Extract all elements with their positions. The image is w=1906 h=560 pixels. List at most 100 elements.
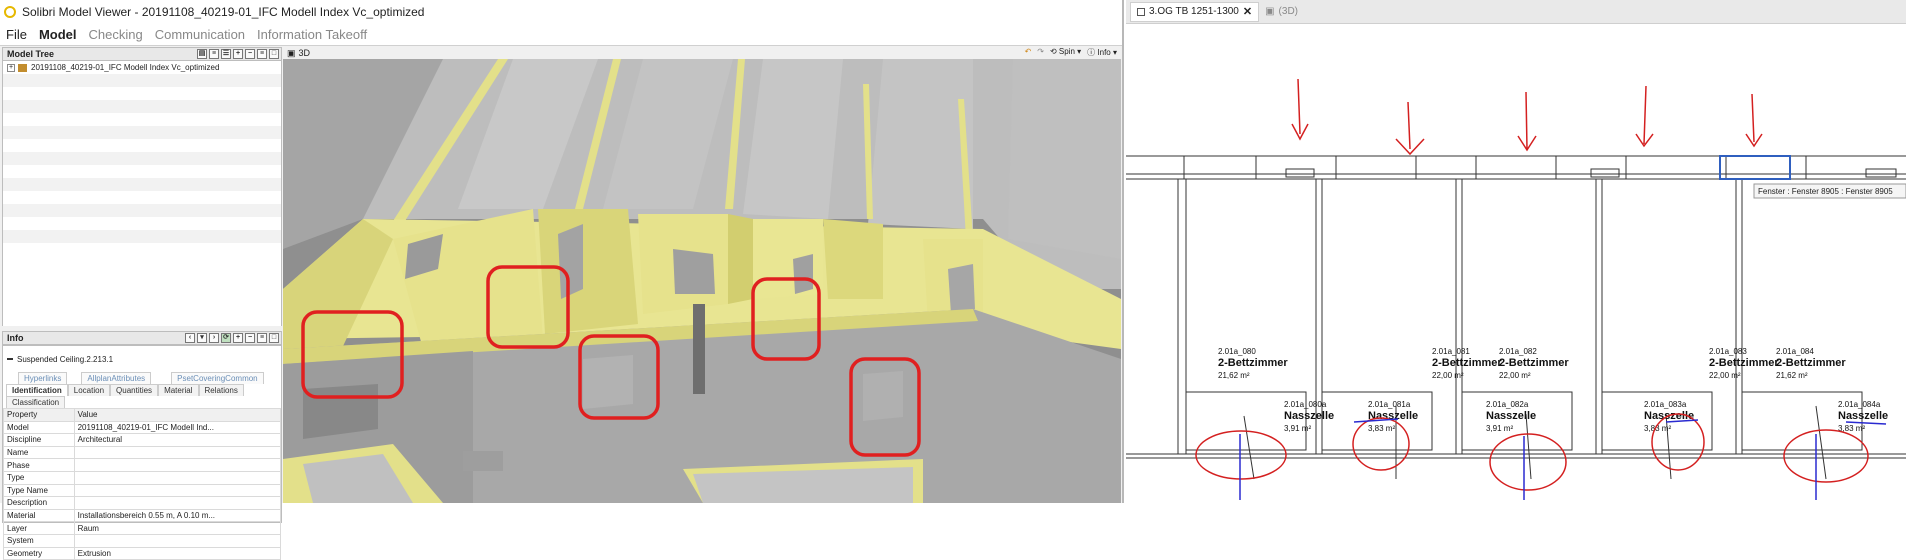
floor-plan[interactable]: Fenster : Fenster 8905 : Fenster 8905 2.… xyxy=(1126,24,1906,503)
tab-quantities[interactable]: Quantities xyxy=(110,384,159,396)
tree-view-icon[interactable]: ▤ xyxy=(197,49,207,59)
filter-icon[interactable]: ≡ xyxy=(209,49,219,59)
tree-item[interactable]: + 20191108_40219-01_IFC Modell Index Vc_… xyxy=(3,61,281,74)
menu-checking[interactable]: Checking xyxy=(89,27,143,42)
close-icon[interactable]: ✕ xyxy=(1243,5,1252,18)
column-header-value[interactable]: Value xyxy=(73,408,282,422)
dropdown-icon[interactable]: ▾ xyxy=(197,333,207,343)
document-tabs: 3.OG TB 1251-1300 ✕ ▣ (3D) xyxy=(1126,0,1906,24)
undo-icon[interactable]: ↶ xyxy=(1025,47,1032,58)
tab-identification[interactable]: Identification xyxy=(6,384,68,396)
tab-hyperlinks[interactable]: Hyperlinks xyxy=(18,372,68,384)
model-3d-render[interactable] xyxy=(283,59,1121,503)
tab-3d[interactable]: ▣ (3D) xyxy=(1259,2,1304,22)
blue-markup-lines xyxy=(1239,418,1887,500)
room-box xyxy=(728,214,753,304)
property-value xyxy=(73,445,282,460)
tab-pset-covering-common[interactable]: PsetCoveringCommon xyxy=(171,372,264,384)
table-row[interactable]: Type Name xyxy=(3,483,282,498)
tab-floor-plan[interactable]: 3.OG TB 1251-1300 ✕ xyxy=(1130,1,1260,22)
forward-icon[interactable]: › xyxy=(209,333,219,343)
remove-icon[interactable]: − xyxy=(245,333,255,343)
model-viewer-window: Solibri Model Viewer - 20191108_40219-01… xyxy=(0,0,1124,560)
view-3d-panel: ▣ 3D ↶ ↷ ⟲ Spin ▾ ⓘ Info ▾ xyxy=(283,47,1121,503)
table-header: Property Value xyxy=(3,408,282,422)
title-bar: Solibri Model Viewer - 20191108_40219-01… xyxy=(0,0,1122,24)
ceiling-panel xyxy=(868,59,973,229)
table-row[interactable]: Material Installationsbereich 0.55 m, A 0… xyxy=(3,508,282,523)
tree-row-empty xyxy=(3,126,281,139)
property-name: System xyxy=(3,533,75,548)
table-row[interactable]: Model 20191108_40219-01_IFC Modell Ind... xyxy=(3,420,282,435)
property-name: Discipline xyxy=(3,433,75,447)
tab-classification[interactable]: Classification xyxy=(6,396,66,408)
add-icon[interactable]: + xyxy=(233,333,243,343)
menu-file[interactable]: File xyxy=(6,27,27,42)
menu-icon[interactable]: ≡ xyxy=(257,333,267,343)
back-icon[interactable]: ‹ xyxy=(185,333,195,343)
property-value: 20191108_40219-01_IFC Modell Ind... xyxy=(73,420,282,435)
window-opening xyxy=(558,224,583,299)
wetroom-id: 2.01a_081a xyxy=(1368,400,1411,409)
table-row[interactable]: Discipline Architectural xyxy=(3,433,282,447)
tab-floor-plan-label: 3.OG TB 1251-1300 xyxy=(1149,6,1239,17)
floor-detail xyxy=(463,451,503,471)
menu-information-takeoff[interactable]: Information Takeoff xyxy=(257,27,367,42)
spin-button[interactable]: ⟲ Spin ▾ xyxy=(1050,47,1081,58)
list-icon[interactable]: ☰ xyxy=(221,49,231,59)
tab-location[interactable]: Location xyxy=(67,384,111,396)
floor-plan-canvas[interactable]: Fenster : Fenster 8905 : Fenster 8905 2.… xyxy=(1126,24,1906,503)
table-row[interactable]: Type xyxy=(3,470,282,485)
selected-component-label: Suspended Ceiling.2.213.1 xyxy=(17,354,114,364)
window-opening xyxy=(673,249,715,294)
window-opening xyxy=(793,254,813,294)
model-icon xyxy=(18,63,27,72)
selected-window[interactable] xyxy=(1719,155,1791,180)
model-tree-title: Model Tree xyxy=(7,49,55,59)
column xyxy=(693,304,705,394)
property-name: Layer xyxy=(3,521,75,535)
property-name: Material xyxy=(3,508,75,523)
table-row[interactable]: Name xyxy=(3,445,282,460)
room-area: 21,62 m² xyxy=(1218,371,1250,380)
collapse-all-icon[interactable]: − xyxy=(245,49,255,59)
column-header-property[interactable]: Property xyxy=(3,408,75,422)
room-box xyxy=(823,219,883,299)
maximize-icon[interactable]: □ xyxy=(269,333,279,343)
info-title: Info xyxy=(7,333,24,343)
room-name: 2-Bettzimmer xyxy=(1432,357,1502,369)
view-3d-canvas[interactable] xyxy=(283,59,1121,503)
room-area: 21,62 m² xyxy=(1776,371,1808,380)
tab-relations[interactable]: Relations xyxy=(198,384,244,396)
expand-icon[interactable]: + xyxy=(7,63,15,72)
info-header: Info ‹ ▾ › ⟳ + − ≡ □ xyxy=(2,331,282,345)
sync-icon[interactable]: ⟳ xyxy=(221,333,231,343)
wetroom-name: Nasszelle xyxy=(1284,410,1334,422)
table-row[interactable]: System xyxy=(3,533,282,548)
menu-icon[interactable]: ≡ xyxy=(257,49,267,59)
view-3d-header: ▣ 3D ↶ ↷ ⟲ Spin ▾ ⓘ Info ▾ xyxy=(283,47,1121,59)
tree-row-empty xyxy=(3,139,281,152)
solibri-logo-icon xyxy=(4,6,16,18)
expand-all-icon[interactable]: + xyxy=(233,49,243,59)
tree-row-empty xyxy=(3,87,281,100)
redo-icon[interactable]: ↷ xyxy=(1037,47,1044,58)
tab-allplan-attributes[interactable]: AllplanAttributes xyxy=(81,372,152,384)
table-row[interactable]: Phase xyxy=(3,458,282,472)
room-name: 2-Bettzimmer xyxy=(1218,357,1288,369)
table-row[interactable]: Layer Raum xyxy=(3,521,282,535)
property-value xyxy=(73,533,282,548)
menu-model[interactable]: Model xyxy=(39,27,77,42)
menu-communication[interactable]: Communication xyxy=(155,27,245,42)
property-name: Type Name xyxy=(3,483,75,498)
tab-material[interactable]: Material xyxy=(158,384,199,396)
room-labels: 2.01a_080 2-Bettzimmer 21,62 m² 2.01a_08… xyxy=(1218,347,1888,433)
door-opening xyxy=(863,371,903,421)
table-row[interactable]: Geometry Extrusion xyxy=(3,546,282,560)
maximize-icon[interactable]: □ xyxy=(269,49,279,59)
info-button[interactable]: ⓘ Info ▾ xyxy=(1087,47,1117,58)
view-3d-title: 3D xyxy=(298,48,311,58)
property-value: Extrusion xyxy=(73,546,282,560)
markup-arrows xyxy=(1291,78,1763,156)
tree-row-empty xyxy=(3,178,281,191)
